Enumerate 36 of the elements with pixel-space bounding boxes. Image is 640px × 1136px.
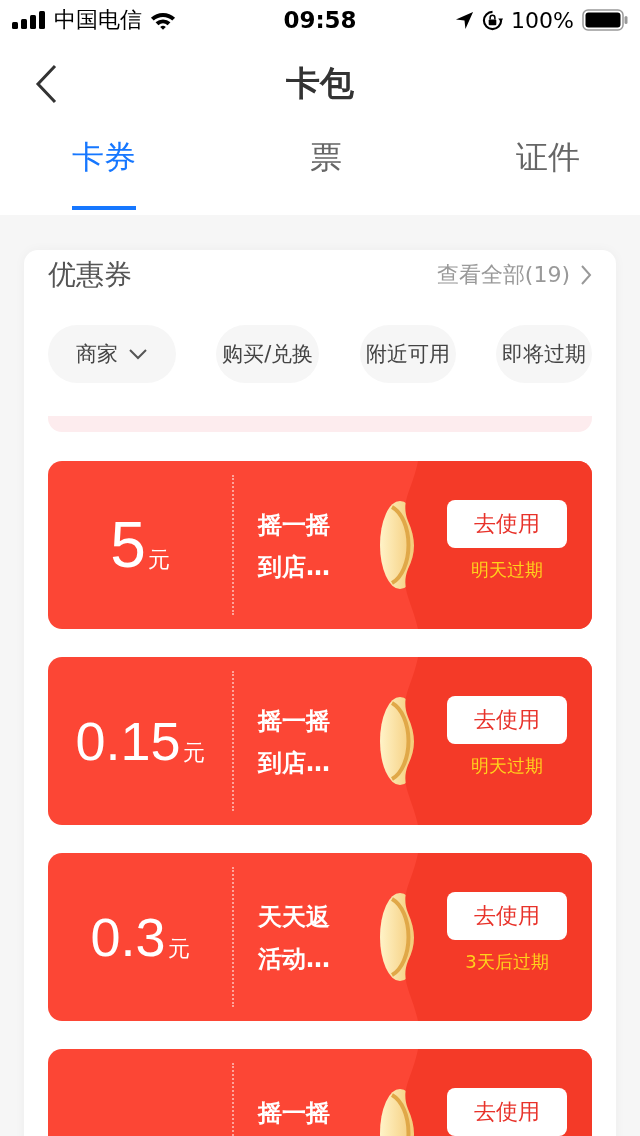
use-button[interactable]: 去使用 xyxy=(447,1088,567,1136)
coupon-title: 摇一摇到店… xyxy=(258,706,331,779)
expiry-note: 明天过期 xyxy=(471,754,543,778)
coupon-title: 摇一摇 xyxy=(258,1098,331,1129)
currency-unit: 元 xyxy=(147,546,170,574)
currency-unit: 元 xyxy=(167,935,190,963)
page-title: 卡包 xyxy=(286,62,354,105)
tab[interactable]: 卡券 xyxy=(72,124,136,210)
filter-chip[interactable]: 附近可用 xyxy=(359,325,456,383)
coupon-amount: 0.15 xyxy=(75,710,181,772)
use-button[interactable]: 去使用 xyxy=(447,892,567,940)
filter-chip[interactable]: 即将过期 xyxy=(495,325,592,383)
use-button[interactable]: 去使用 xyxy=(447,696,567,744)
use-button[interactable]: 去使用 xyxy=(447,500,567,548)
carrier-name: 中国电信 xyxy=(54,6,142,34)
filter-chip[interactable]: 商家 xyxy=(48,325,176,383)
tab[interactable]: 证件 xyxy=(516,124,580,210)
caret-down-icon xyxy=(128,348,148,360)
battery-icon xyxy=(582,9,628,31)
coupon-amount: 0.3 xyxy=(90,906,166,968)
location-arrow-icon xyxy=(455,10,475,30)
expiry-note: 3天后过期 xyxy=(465,950,549,974)
coupon-title: 摇一摇到店… xyxy=(258,510,331,583)
signal-icon xyxy=(12,11,46,29)
wifi-icon xyxy=(150,10,176,30)
battery-percent: 100% xyxy=(511,7,574,33)
clock-time: 09:58 xyxy=(283,7,357,33)
currency-unit: 元 xyxy=(182,739,205,767)
rotation-lock-icon xyxy=(482,9,504,31)
coupon-title: 天天返活动… xyxy=(258,902,331,975)
section-title: 优惠券 xyxy=(48,257,132,293)
tab[interactable]: 票 xyxy=(310,124,342,210)
filter-chip[interactable]: 购买/兑换 xyxy=(216,325,320,383)
coupon-amount: 5 xyxy=(110,508,146,582)
expiry-note: 明天过期 xyxy=(471,558,543,582)
chevron-right-icon xyxy=(580,264,592,286)
